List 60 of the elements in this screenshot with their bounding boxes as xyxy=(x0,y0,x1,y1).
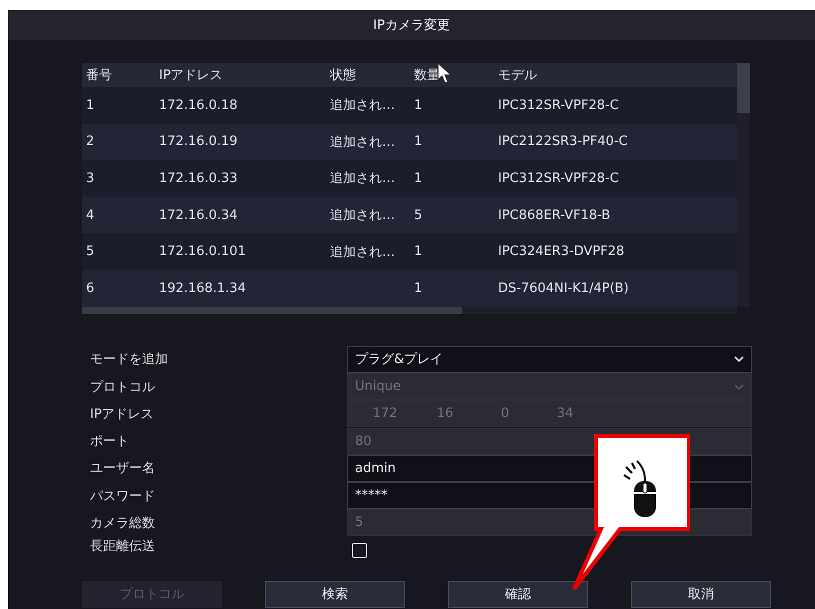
table-cell-text: 2 xyxy=(85,134,96,150)
table-cell-text: IPC312SR-VPF28-C xyxy=(497,98,620,113)
dialog-button[interactable]: 検索 xyxy=(265,580,405,608)
table-cell-text: 追加され… xyxy=(329,97,396,114)
table-cell-text: 172.16.0.101 xyxy=(158,244,247,260)
table-cell-text: 追加され… xyxy=(329,170,396,188)
table-row[interactable]: 4 172.16.0.34 追加され… 5 IPC868ER-VF18-B xyxy=(82,196,737,234)
field-label: プロトコル xyxy=(89,378,156,396)
table-cell-text: 1 xyxy=(413,134,424,150)
table-cell-text: IPC312SR-VPF28-C xyxy=(497,170,620,186)
scrollbar-thumb[interactable] xyxy=(737,63,750,113)
table-row[interactable]: 5 172.16.0.101 追加され… 1 IPC324ER3-DVPF28 xyxy=(82,233,737,270)
dropdown-field[interactable]: プラグ&プレイ xyxy=(347,346,752,373)
table-cell-text: 172.16.0.19 xyxy=(158,134,239,150)
table-cell-text: 172.16.0.34 xyxy=(158,208,239,223)
column-header[interactable]: IPアドレス xyxy=(155,66,326,84)
table-cell-text: 6 xyxy=(85,280,96,296)
table-cell-text: 追加され… xyxy=(329,244,396,261)
table-row[interactable]: 6 192.168.1.34 1 DS-7604NI-K1/4P(B) xyxy=(82,270,737,307)
vertical-scrollbar[interactable] xyxy=(737,63,750,307)
table-cell-text: 1 xyxy=(413,170,424,186)
table-cell-text: DS-7604NI-K1/4P(B) xyxy=(497,280,630,296)
table-cell-text: IPC2122SR3-PF40-C xyxy=(497,134,629,150)
column-header[interactable]: 番号 xyxy=(82,66,155,84)
field-label: パスワード xyxy=(89,488,156,505)
chevron-down-icon xyxy=(734,356,744,362)
table-cell-text: 5 xyxy=(413,208,424,223)
column-header[interactable]: モデル xyxy=(494,66,737,84)
chevron-down-icon xyxy=(734,384,744,390)
table-row[interactable]: 2 172.16.0.19 追加され… 1 IPC2122SR3-PF40-C xyxy=(82,124,737,160)
field-label: ポート xyxy=(89,433,130,450)
table-cell-text: 4 xyxy=(85,208,96,223)
checkbox[interactable] xyxy=(352,542,367,558)
dialog-button[interactable]: 取消 xyxy=(631,580,771,608)
window-title: IPカメラ変更 xyxy=(373,17,450,34)
cursor-icon xyxy=(437,62,451,84)
field-label: カメラ総数 xyxy=(89,514,156,532)
table-cell-text: 1 xyxy=(413,98,424,113)
table-cell-text: 1 xyxy=(413,280,424,296)
table-cell-text: 5 xyxy=(85,244,96,260)
table-row[interactable]: 1 172.16.0.18 追加され… 1 IPC312SR-VPF28-C xyxy=(82,87,737,124)
dialog-button[interactable]: 確認 xyxy=(448,580,588,608)
table-cell-text: 1 xyxy=(85,98,96,113)
table-cell-text: 追加され… xyxy=(329,134,396,151)
mouse-click-icon xyxy=(622,460,656,517)
field-label: モードを追加 xyxy=(89,351,169,368)
table-cell-text: 172.16.0.18 xyxy=(158,98,239,113)
table-cell-text: IPC868ER-VF18-B xyxy=(497,208,612,223)
table-row[interactable]: 3 172.16.0.33 追加され… 1 IPC312SR-VPF28-C xyxy=(82,160,737,197)
table-cell-text: 172.16.0.33 xyxy=(158,170,239,186)
column-header[interactable]: 状態 xyxy=(326,66,410,84)
field-label: 長距離伝送 xyxy=(89,538,156,555)
table-cell-text: 追加され… xyxy=(329,207,396,224)
table-cell-text: 1 xyxy=(413,244,424,260)
column-header[interactable]: 数量 xyxy=(410,66,494,84)
field-label: ユーザー名 xyxy=(89,460,156,478)
table-cell-text: 3 xyxy=(85,170,96,186)
table-cell-text: 192.168.1.34 xyxy=(158,280,247,296)
table-cell-text: IPC324ER3-DVPF28 xyxy=(497,244,626,260)
field-label: IPアドレス xyxy=(89,406,155,423)
